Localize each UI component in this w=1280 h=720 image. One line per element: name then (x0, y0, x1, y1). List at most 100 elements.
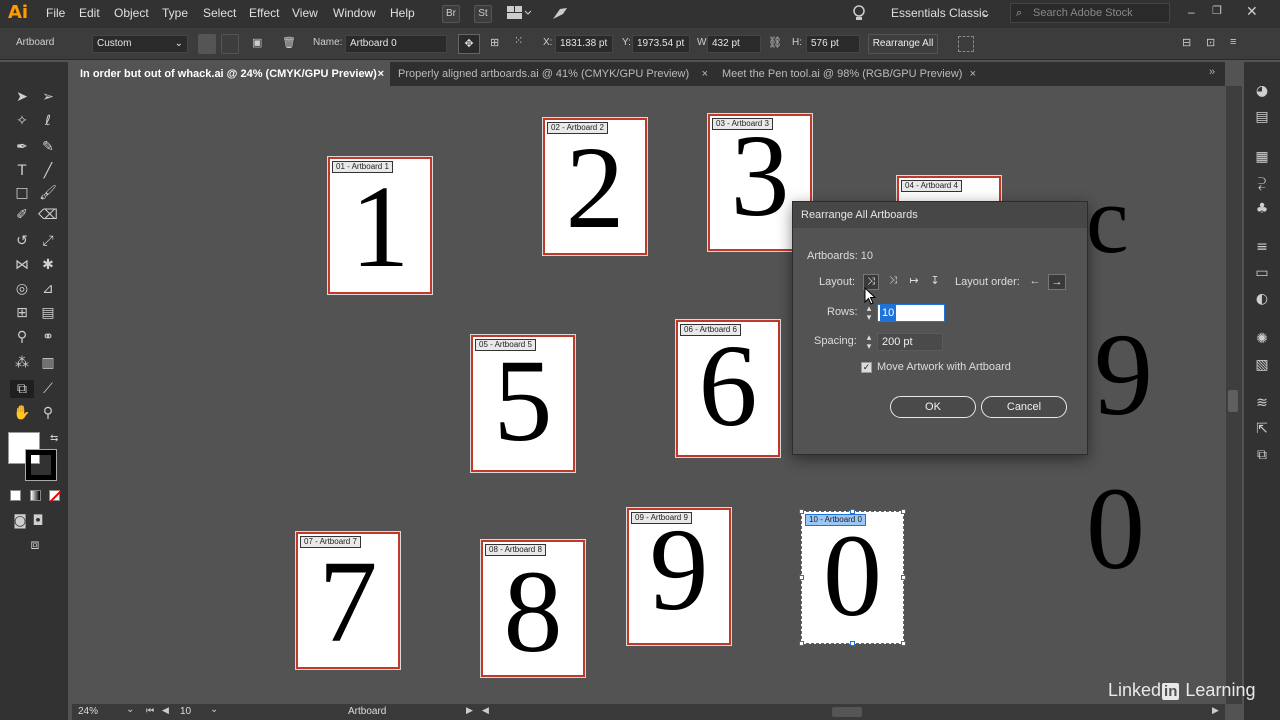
spacing-input[interactable]: 200 pt (877, 333, 943, 351)
column-graph-tool-icon[interactable]: ▥ (38, 354, 58, 372)
horizontal-scrollbar-thumb[interactable] (832, 707, 862, 717)
width-tool-icon[interactable]: ⋈ (12, 256, 32, 274)
type-tool-icon[interactable]: T (12, 162, 32, 180)
export-panel-icon[interactable]: ⇱ (1252, 420, 1272, 438)
y-input[interactable]: 1973.54 pt (632, 35, 690, 53)
lasso-tool-icon[interactable]: ℓ (38, 112, 58, 130)
shaper-tool-icon[interactable]: ✐ (12, 206, 32, 224)
artboard-9[interactable]: 09 - Artboard 9 9 (626, 507, 732, 646)
stock-search-input[interactable]: ⌕ Search Adobe Stock (1010, 3, 1170, 23)
resize-handle[interactable] (850, 509, 855, 514)
scale-tool-icon[interactable]: ⤢ (38, 232, 58, 250)
stock-button[interactable]: St (474, 5, 492, 23)
align-icon[interactable]: ⊟ (1182, 36, 1196, 50)
minimize-button[interactable]: – (1188, 5, 1195, 19)
slice-tool-icon[interactable]: ⟋ (38, 380, 58, 398)
right-to-left-icon[interactable]: → (1048, 274, 1066, 290)
eraser-tool-icon[interactable]: ⌫ (38, 206, 58, 224)
workspace-switcher[interactable]: Essentials Classic ⌄ (885, 3, 995, 23)
delete-artboard-icon[interactable]: 🗑 (282, 36, 296, 52)
portrait-icon[interactable] (198, 34, 216, 54)
vertical-scrollbar[interactable] (1226, 86, 1242, 704)
grid-by-column-icon[interactable]: ⤨ (885, 274, 901, 290)
previous-artboard-icon[interactable]: ◀ (162, 705, 169, 716)
spacing-stepper-icon[interactable]: ▴ ▾ (863, 333, 875, 351)
magic-wand-tool-icon[interactable]: ✧ (12, 112, 32, 130)
artboard-options-icon[interactable]: ⊞ (490, 36, 506, 52)
gradient-tool-icon[interactable]: ▤ (38, 304, 58, 322)
graphic-styles-panel-icon[interactable]: ▧ (1252, 356, 1272, 374)
draw-normal-icon[interactable]: ◙ (10, 512, 30, 530)
bridge-button[interactable]: Br (442, 5, 460, 23)
move-with-artboard-icon[interactable]: ✥ (458, 34, 480, 54)
draw-behind-icon[interactable]: ◘ (28, 512, 48, 530)
menu-view[interactable]: View (292, 6, 318, 20)
artboard-7[interactable]: 07 - Artboard 7 7 (295, 531, 401, 670)
link-icon[interactable]: ⛓ (768, 36, 784, 52)
menu-window[interactable]: Window (333, 6, 376, 20)
new-artboard-icon[interactable]: ▣ (252, 36, 266, 52)
w-input[interactable]: 432 pt (707, 35, 761, 53)
isolate-icon[interactable]: ⊡ (1206, 36, 1220, 50)
zoom-tool-icon[interactable]: ⚲ (38, 404, 58, 422)
first-artboard-icon[interactable]: ⏮ (146, 705, 154, 716)
gradient-panel-icon[interactable]: ▭ (1252, 264, 1272, 282)
artboard-name-input[interactable]: Artboard 0 (345, 35, 447, 53)
x-input[interactable]: 1831.38 pt (555, 35, 613, 53)
libraries-panel-icon[interactable]: ▤ (1252, 108, 1272, 126)
resize-handle[interactable] (901, 641, 906, 646)
tab-meet-the-pen-tool[interactable]: Meet the Pen tool.ai @ 98% (RGB/GPU Prev… (714, 62, 982, 86)
artboard-6[interactable]: 06 - Artboard 6 6 (675, 319, 781, 458)
preset-select[interactable]: Custom ⌄ (92, 35, 188, 53)
gradient-mode-icon[interactable] (30, 490, 41, 501)
left-to-right-icon[interactable]: ← (1027, 274, 1043, 290)
move-artwork-checkbox[interactable]: ✓ (861, 362, 872, 373)
blend-tool-icon[interactable]: ⚭ (38, 328, 58, 346)
perspective-grid-tool-icon[interactable]: ⊿ (38, 280, 58, 298)
tab-in-order-but-out-of-whack[interactable]: In order but out of whack.ai @ 24% (CMYK… (72, 62, 390, 86)
resize-handle[interactable] (799, 509, 804, 514)
menu-effect[interactable]: Effect (249, 6, 279, 20)
cancel-button[interactable]: Cancel (981, 396, 1067, 418)
gpu-performance-icon[interactable] (551, 5, 569, 23)
swatches-panel-icon[interactable]: ▦ (1252, 148, 1272, 166)
chevron-down-icon[interactable]: ⌄ (210, 704, 218, 715)
rectangle-tool-icon[interactable]: □ (12, 184, 32, 202)
zoom-level[interactable]: 24% (78, 706, 98, 717)
close-icon[interactable]: × (378, 62, 384, 86)
curvature-tool-icon[interactable]: ✎ (38, 138, 58, 156)
swap-fill-stroke-icon[interactable]: ⇆ (50, 433, 58, 444)
h-input[interactable]: 576 pt (806, 35, 860, 53)
stroke-swatch[interactable] (25, 449, 57, 481)
resize-handle[interactable] (799, 575, 804, 580)
scroll-left-icon[interactable]: ◀ (482, 705, 489, 716)
menu-object[interactable]: Object (114, 6, 149, 20)
resize-handle[interactable] (901, 575, 906, 580)
artboard-tool-icon[interactable]: ⧉ (10, 380, 34, 398)
artboard-8[interactable]: 08 - Artboard 8 8 (480, 539, 586, 678)
artboards-panel-icon[interactable]: ⧉ (1252, 446, 1272, 464)
hand-tool-icon[interactable]: ✋ (12, 404, 32, 422)
rearrange-all-button[interactable]: Rearrange All (868, 34, 938, 54)
resize-handle[interactable] (799, 641, 804, 646)
stroke-panel-icon[interactable]: ≡ (1252, 238, 1272, 256)
rows-stepper-icon[interactable]: ▴ ▾ (863, 304, 875, 322)
restore-button[interactable]: ❐ (1212, 4, 1222, 17)
eyedropper-tool-icon[interactable]: ⚲ (12, 328, 32, 346)
symbol-sprayer-tool-icon[interactable]: ⁂ (12, 354, 32, 372)
color-panel-icon[interactable]: ◕ (1252, 82, 1272, 100)
arrange-by-row-icon[interactable]: ↦ (905, 274, 923, 290)
rotate-tool-icon[interactable]: ↺ (12, 232, 32, 250)
menu-type[interactable]: Type (162, 6, 188, 20)
scrollbar-thumb[interactable] (1228, 390, 1238, 412)
line-tool-icon[interactable]: ╱ (38, 162, 58, 180)
artboard-1[interactable]: 01 - Artboard 1 1 (327, 156, 433, 295)
layers-panel-icon[interactable]: ≋ (1252, 394, 1272, 412)
change-screen-mode-icon[interactable]: ⧈ (25, 536, 45, 554)
tabs-overflow-icon[interactable]: » (1209, 66, 1215, 78)
close-icon[interactable]: × (702, 62, 708, 86)
ok-button[interactable]: OK (890, 396, 976, 418)
artboard-5[interactable]: 05 - Artboard 5 5 (470, 334, 576, 473)
brushes-panel-icon[interactable]: ⥻ (1252, 174, 1272, 192)
chevron-down-icon[interactable]: ⌄ (126, 704, 134, 715)
